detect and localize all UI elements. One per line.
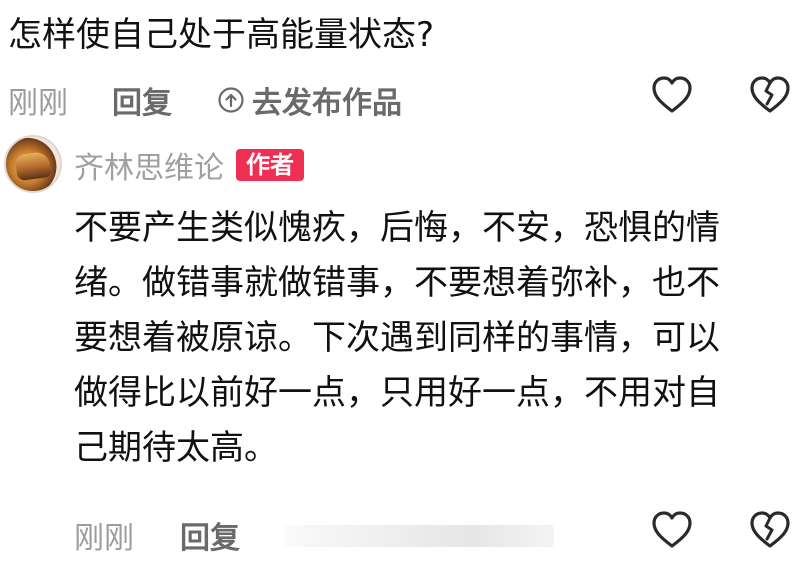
post-action-bar: 刚刚 回复 去发布作品 (8, 70, 798, 122)
comment-reply-button[interactable]: 回复 (180, 513, 240, 557)
post-question-title: 怎样使自己处于高能量状态? (8, 15, 435, 55)
comment-line: 不要产生类似愧疚，后悔，不安，恐惧的情 (74, 208, 720, 248)
broken-heart-icon (750, 76, 790, 113)
comment-line: 要想着被原谅。下次遇到同样的事情，可以 (74, 318, 720, 358)
avatar-image (14, 150, 52, 182)
comment-action-bar: 刚刚 回复 (74, 505, 798, 557)
heart-outline-icon (652, 511, 692, 548)
blurred-region (284, 525, 554, 547)
comment-like-button[interactable] (650, 509, 694, 551)
dislike-button[interactable] (748, 74, 792, 116)
heart-outline-icon (652, 76, 692, 113)
author-badge: 作者 (236, 149, 304, 181)
comment-author-row: 齐林思维论 作者 (74, 143, 304, 187)
comment-line: 绪。做错事就做错事，不要想着弥补，也不 (74, 263, 720, 303)
comment-text: 不要产生类似愧疚，后悔，不安，恐惧的情 绪。做错事就做错事，不要想着弥补，也不 … (74, 201, 784, 476)
post-timestamp: 刚刚 (8, 86, 68, 121)
comment-line: 己期待太高。 (74, 428, 278, 468)
author-avatar[interactable] (4, 135, 62, 193)
comment-dislike-button[interactable] (748, 509, 792, 551)
comment-line: 做得比以前好一点，只用好一点，不用对自 (74, 373, 720, 413)
reply-button[interactable]: 回复 (112, 78, 172, 122)
author-name[interactable]: 齐林思维论 (74, 143, 224, 187)
broken-heart-icon (750, 511, 790, 548)
like-button[interactable] (650, 74, 694, 116)
publish-work-button[interactable]: 去发布作品 (218, 78, 402, 122)
comment-timestamp: 刚刚 (74, 521, 134, 556)
arrow-up-circle-icon (218, 87, 244, 113)
publish-work-label: 去发布作品 (252, 86, 402, 121)
